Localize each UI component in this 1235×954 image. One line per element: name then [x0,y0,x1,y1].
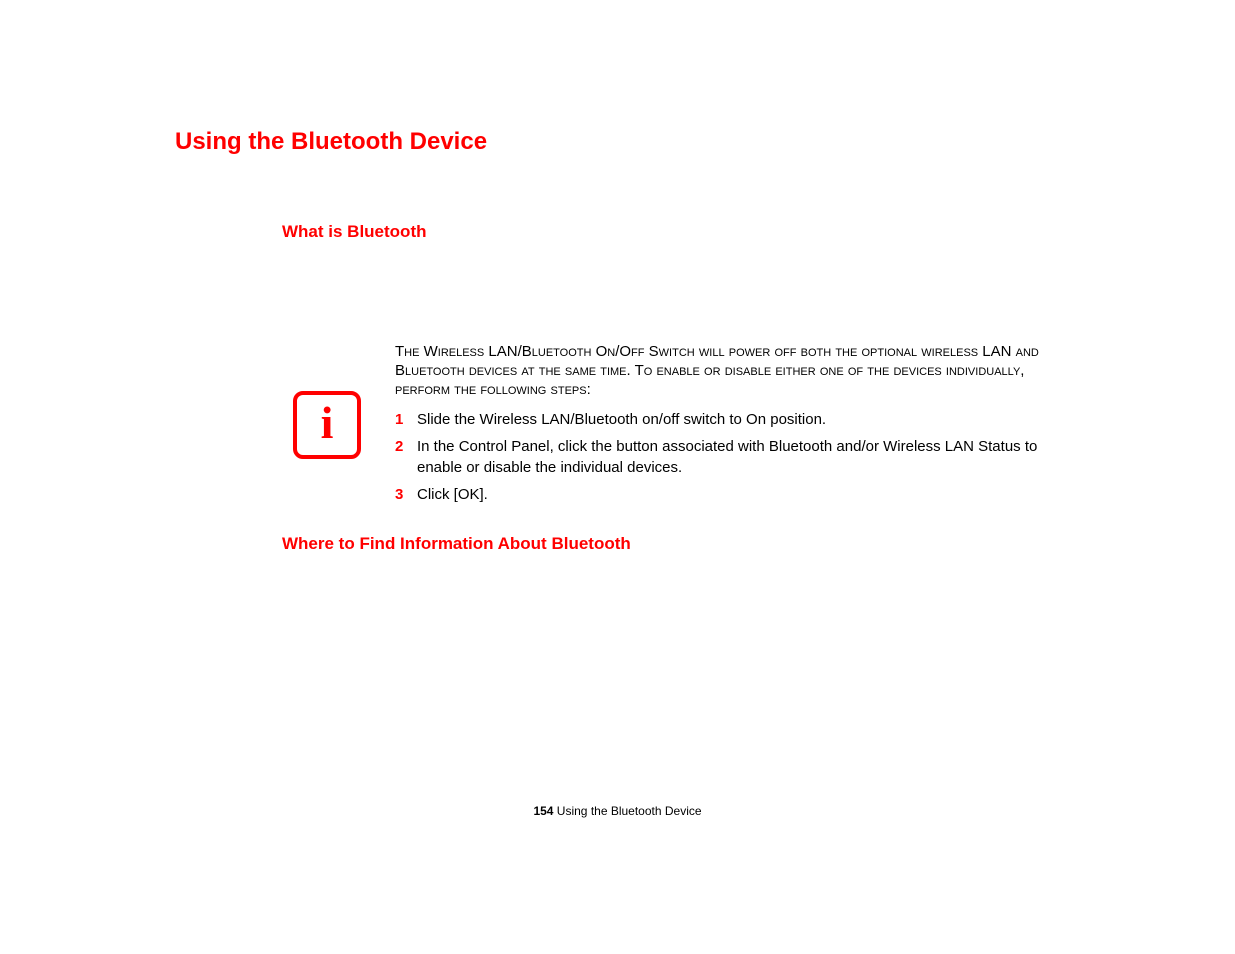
info-content: The Wireless LAN/Bluetooth On/Off Switch… [395,343,1073,511]
step-text: Slide the Wireless LAN/Bluetooth on/off … [417,409,826,430]
info-icon: i [293,391,361,459]
step-number: 2 [395,436,417,457]
section-heading-where-to-find: Where to Find Information About Bluetoot… [282,534,631,554]
page-footer-label: Using the Bluetooth Device [553,804,701,818]
step-text: Click [OK]. [417,484,488,505]
info-icon-glyph: i [321,400,334,446]
step-item: 1 Slide the Wireless LAN/Bluetooth on/of… [395,409,1073,430]
step-number: 1 [395,409,417,430]
step-item: 2 In the Control Panel, click the button… [395,436,1073,478]
page-footer: 154 Using the Bluetooth Device [0,804,1235,818]
step-item: 3 Click [OK]. [395,484,1073,505]
info-block: i The Wireless LAN/Bluetooth On/Off Swit… [293,343,1073,511]
info-intro-text: The Wireless LAN/Bluetooth On/Off Switch… [395,343,1073,399]
page-title: Using the Bluetooth Device [175,128,487,156]
step-text: In the Control Panel, click the button a… [417,436,1073,478]
section-heading-what-is-bluetooth: What is Bluetooth [282,222,426,242]
step-number: 3 [395,484,417,505]
step-list: 1 Slide the Wireless LAN/Bluetooth on/of… [395,409,1073,505]
page-number: 154 [533,804,553,818]
